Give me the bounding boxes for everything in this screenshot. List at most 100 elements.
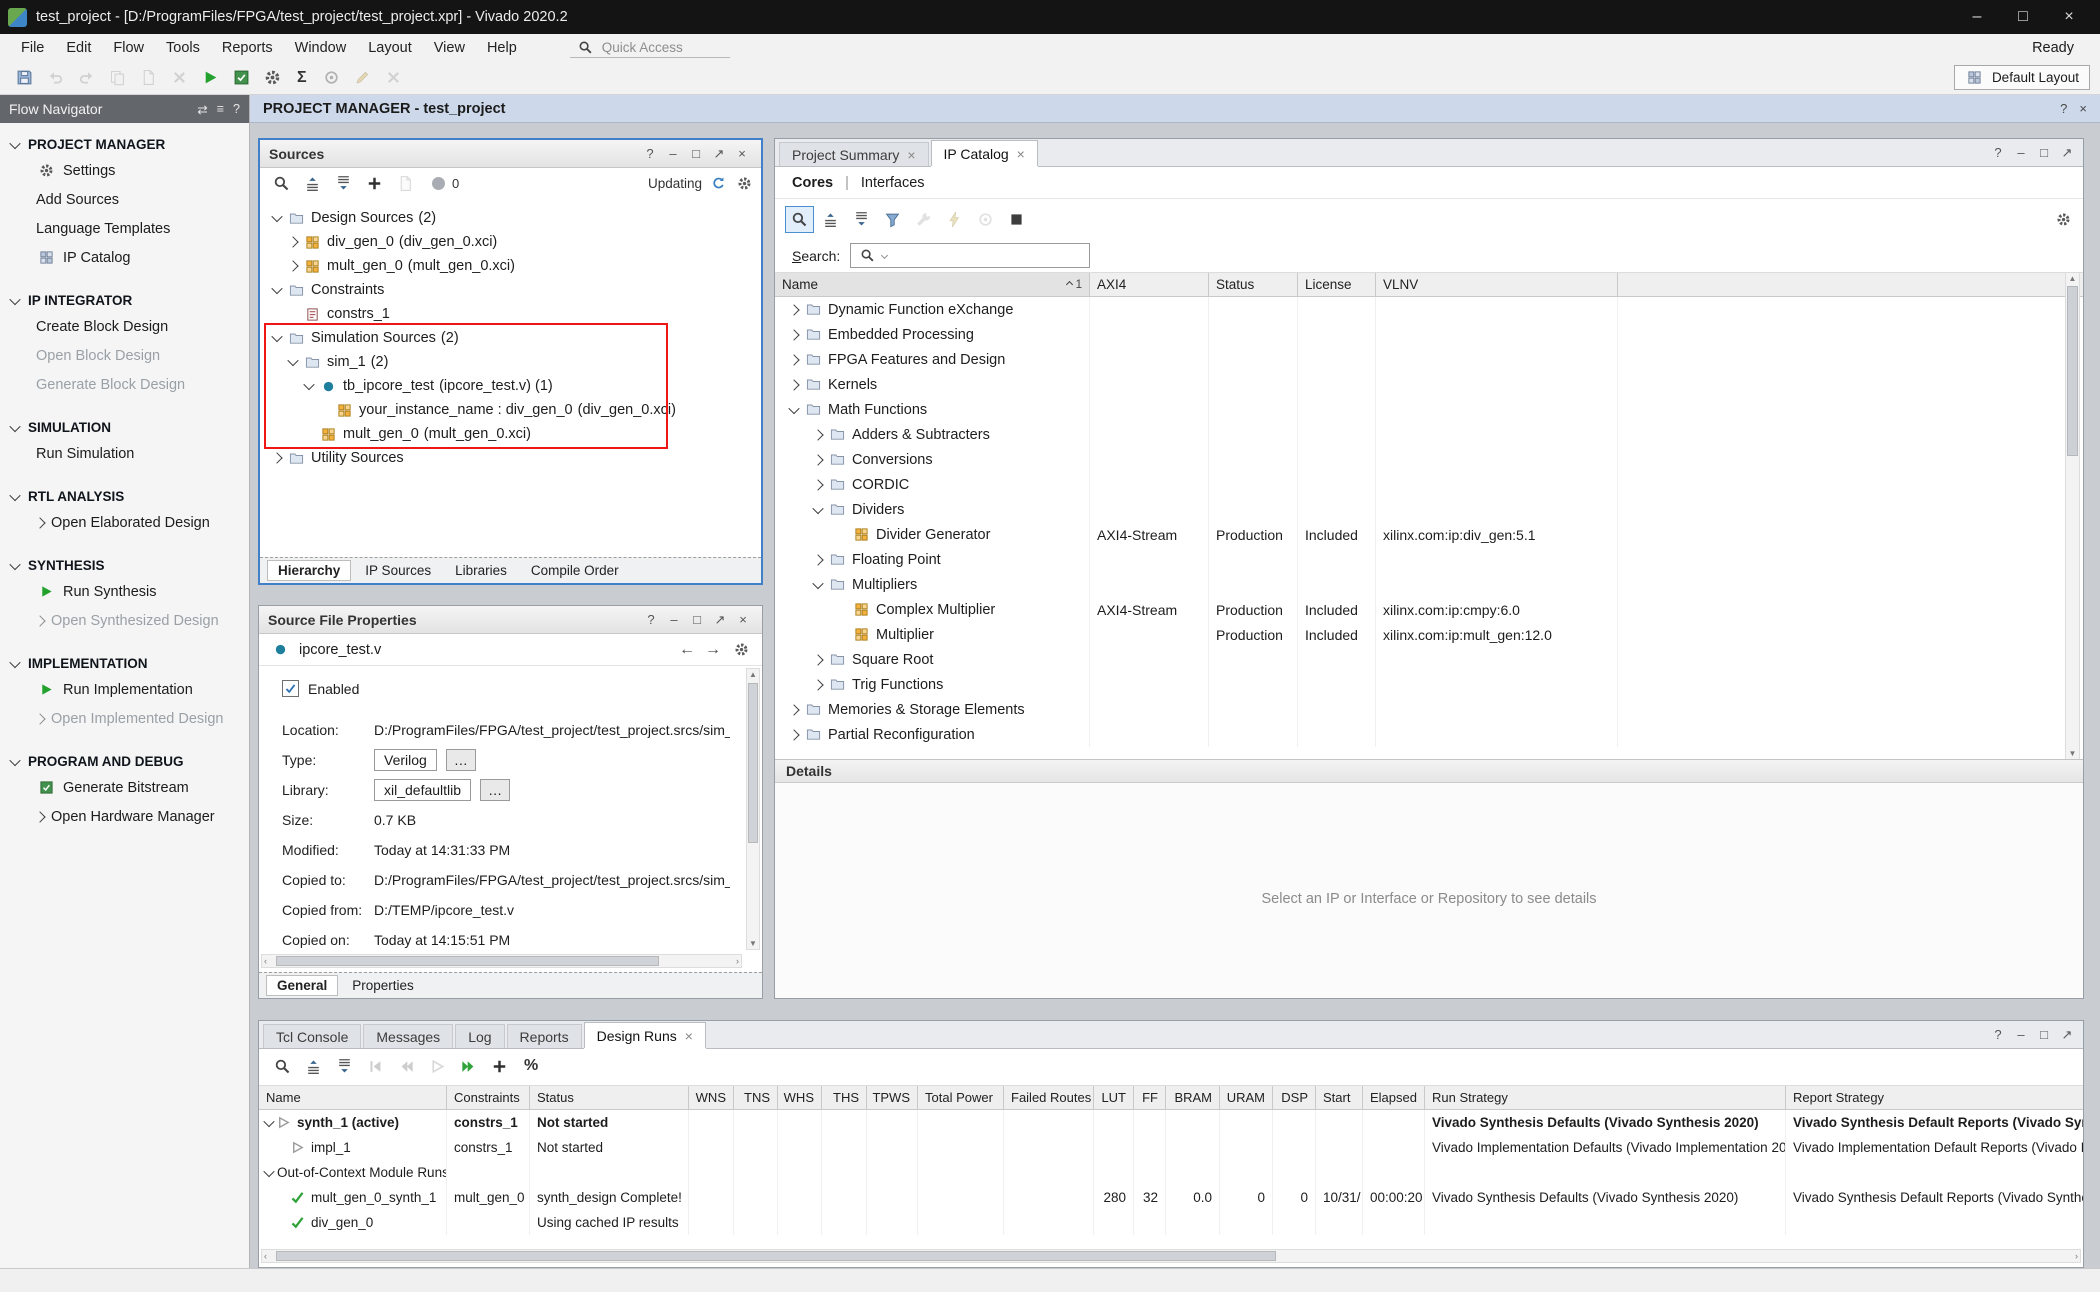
- properties-vertical-scrollbar[interactable]: ▲ ▼: [746, 668, 760, 950]
- flow-section-header-implementation[interactable]: IMPLEMENTATION: [0, 652, 249, 675]
- scroll-right-icon[interactable]: ›: [736, 956, 739, 966]
- run-row-mult-gen-0-synth-1[interactable]: mult_gen_0_synth_1mult_gen_0synth_design…: [259, 1185, 2083, 1210]
- tab-ip-catalog[interactable]: IP Catalog×: [931, 140, 1038, 166]
- search-button[interactable]: [268, 1053, 297, 1080]
- expander-icon[interactable]: [785, 406, 803, 414]
- column-header-report_strategy[interactable]: Report Strategy: [1786, 1086, 2083, 1109]
- create-runs-button[interactable]: [485, 1053, 514, 1080]
- gear-icon[interactable]: [734, 175, 754, 192]
- maximize-icon[interactable]: □: [2034, 1027, 2054, 1042]
- flow-item-ip-catalog[interactable]: IP Catalog: [0, 243, 249, 272]
- expander-icon[interactable]: [785, 356, 803, 364]
- ip-tree-row-partial-reconfiguration[interactable]: Partial Reconfiguration: [775, 722, 2083, 747]
- ip-tree-row-floating-point[interactable]: Floating Point: [775, 547, 2083, 572]
- close-icon[interactable]: ×: [732, 146, 752, 161]
- maximize-icon[interactable]: □: [2000, 0, 2046, 34]
- ip-tree-row-memories-storage-elements[interactable]: Memories & Storage Elements: [775, 697, 2083, 722]
- tab-design-runs[interactable]: Design Runs×: [584, 1022, 706, 1048]
- ip-vertical-scrollbar[interactable]: ▲ ▼: [2065, 272, 2080, 760]
- expand-all-button[interactable]: [847, 206, 876, 233]
- view-tab-hierarchy[interactable]: Hierarchy: [267, 560, 351, 581]
- expander-icon[interactable]: [785, 331, 803, 339]
- scroll-up-icon[interactable]: ▲: [2066, 274, 2079, 283]
- expander-icon[interactable]: [809, 656, 827, 664]
- source-node-div-gen-0[interactable]: div_gen_0(div_gen_0.xci): [260, 230, 761, 254]
- flow-section-header-program-and-debug[interactable]: PROGRAM AND DEBUG: [0, 750, 249, 773]
- flow-item-open-block-design[interactable]: Open Block Design: [0, 341, 249, 370]
- scroll-down-icon[interactable]: ▼: [2066, 749, 2079, 758]
- float-icon[interactable]: ↗: [2057, 1027, 2077, 1043]
- generate-ip-button[interactable]: [940, 206, 969, 233]
- column-header-uram[interactable]: URAM: [1220, 1086, 1273, 1109]
- flow-item-generate-block-design[interactable]: Generate Block Design: [0, 370, 249, 399]
- collapse-all-button[interactable]: [298, 170, 327, 197]
- column-header-axi4[interactable]: AXI4: [1090, 273, 1209, 296]
- flow-item-run-simulation[interactable]: Run Simulation: [0, 439, 249, 468]
- ip-tree-row-embedded-processing[interactable]: Embedded Processing: [775, 322, 2083, 347]
- expander-icon[interactable]: [284, 358, 302, 366]
- redo-button[interactable]: [72, 64, 101, 91]
- tab-log[interactable]: Log: [455, 1024, 504, 1048]
- menu-help[interactable]: Help: [476, 37, 528, 59]
- column-header-status[interactable]: Status: [1209, 273, 1298, 296]
- view-tab-ip-sources[interactable]: IP Sources: [355, 561, 441, 580]
- close-tab-icon[interactable]: ×: [907, 147, 915, 163]
- flow-item-open-elaborated-design[interactable]: Open Elaborated Design: [0, 508, 249, 537]
- maximize-icon[interactable]: □: [687, 612, 707, 627]
- ip-tree-row-cordic[interactable]: CORDIC: [775, 472, 2083, 497]
- expander-icon[interactable]: [809, 506, 827, 514]
- dock-icon[interactable]: ⇄: [197, 102, 207, 117]
- flow-item-run-synthesis[interactable]: Run Synthesis: [0, 577, 249, 606]
- column-header-tns[interactable]: TNS: [734, 1086, 778, 1109]
- tab-reports[interactable]: Reports: [507, 1024, 582, 1048]
- expander-icon[interactable]: [809, 456, 827, 464]
- minimize-icon[interactable]: –: [2011, 145, 2031, 160]
- expander-icon[interactable]: [785, 306, 803, 314]
- add-sources-button[interactable]: [360, 170, 389, 197]
- view-tab-libraries[interactable]: Libraries: [445, 561, 517, 580]
- scroll-down-icon[interactable]: ▼: [747, 939, 759, 948]
- column-header-elapsed[interactable]: Elapsed: [1363, 1086, 1425, 1109]
- expander-icon[interactable]: [809, 681, 827, 689]
- layout-selector[interactable]: Default Layout: [1954, 65, 2090, 90]
- scroll-left-icon[interactable]: ‹: [264, 956, 267, 966]
- run-row-out-of-context-module-runs[interactable]: Out-of-Context Module Runs: [259, 1160, 2083, 1185]
- ip-tree-row-adders-subtracters[interactable]: Adders & Subtracters: [775, 422, 2083, 447]
- column-header-run_strategy[interactable]: Run Strategy: [1425, 1086, 1786, 1109]
- close-icon[interactable]: ×: [2046, 0, 2092, 34]
- help-icon[interactable]: ?: [233, 102, 240, 117]
- ellipsis-button[interactable]: …: [480, 779, 510, 801]
- expander-icon[interactable]: [809, 431, 827, 439]
- view-tab-properties[interactable]: Properties: [342, 976, 424, 995]
- reset-runs-button[interactable]: [361, 1053, 390, 1080]
- scrollbar-thumb[interactable]: [748, 683, 758, 843]
- expander-icon[interactable]: [809, 581, 827, 589]
- column-header-failed_routes[interactable]: Failed Routes: [1004, 1086, 1094, 1109]
- ip-tree-row-multiplier[interactable]: MultiplierProductionIncludedxilinx.com:i…: [775, 622, 2083, 647]
- collapse-all-button[interactable]: [299, 1053, 328, 1080]
- tab-messages[interactable]: Messages: [363, 1024, 453, 1048]
- help-icon[interactable]: ?: [1988, 145, 2008, 160]
- ip-tree-row-math-functions[interactable]: Math Functions: [775, 397, 2083, 422]
- close-tab-icon[interactable]: ×: [1017, 146, 1025, 162]
- scrollbar-thumb[interactable]: [276, 1251, 1276, 1261]
- expander-icon[interactable]: [268, 334, 286, 342]
- expander-icon[interactable]: [268, 286, 286, 294]
- column-header-total_power[interactable]: Total Power: [918, 1086, 1004, 1109]
- column-header-status[interactable]: Status: [530, 1086, 689, 1109]
- minimize-icon[interactable]: –: [2011, 1027, 2031, 1042]
- cancel-button[interactable]: [379, 64, 408, 91]
- settings-button[interactable]: [258, 64, 287, 91]
- enabled-checkbox[interactable]: [282, 680, 299, 697]
- column-header-bram[interactable]: BRAM: [1166, 1086, 1220, 1109]
- menu-window[interactable]: Window: [284, 37, 358, 59]
- tab-tcl-console[interactable]: Tcl Console: [263, 1024, 361, 1048]
- flow-item-open-synthesized-design[interactable]: Open Synthesized Design: [0, 606, 249, 635]
- back-icon[interactable]: ←: [679, 641, 695, 659]
- open-file-button[interactable]: [391, 170, 420, 197]
- scroll-left-icon[interactable]: ‹: [264, 1251, 267, 1261]
- column-header-tpws[interactable]: TPWS: [867, 1086, 918, 1109]
- column-header-license[interactable]: License: [1298, 273, 1376, 296]
- menu-edit[interactable]: Edit: [55, 37, 102, 59]
- expander-icon[interactable]: [268, 454, 286, 462]
